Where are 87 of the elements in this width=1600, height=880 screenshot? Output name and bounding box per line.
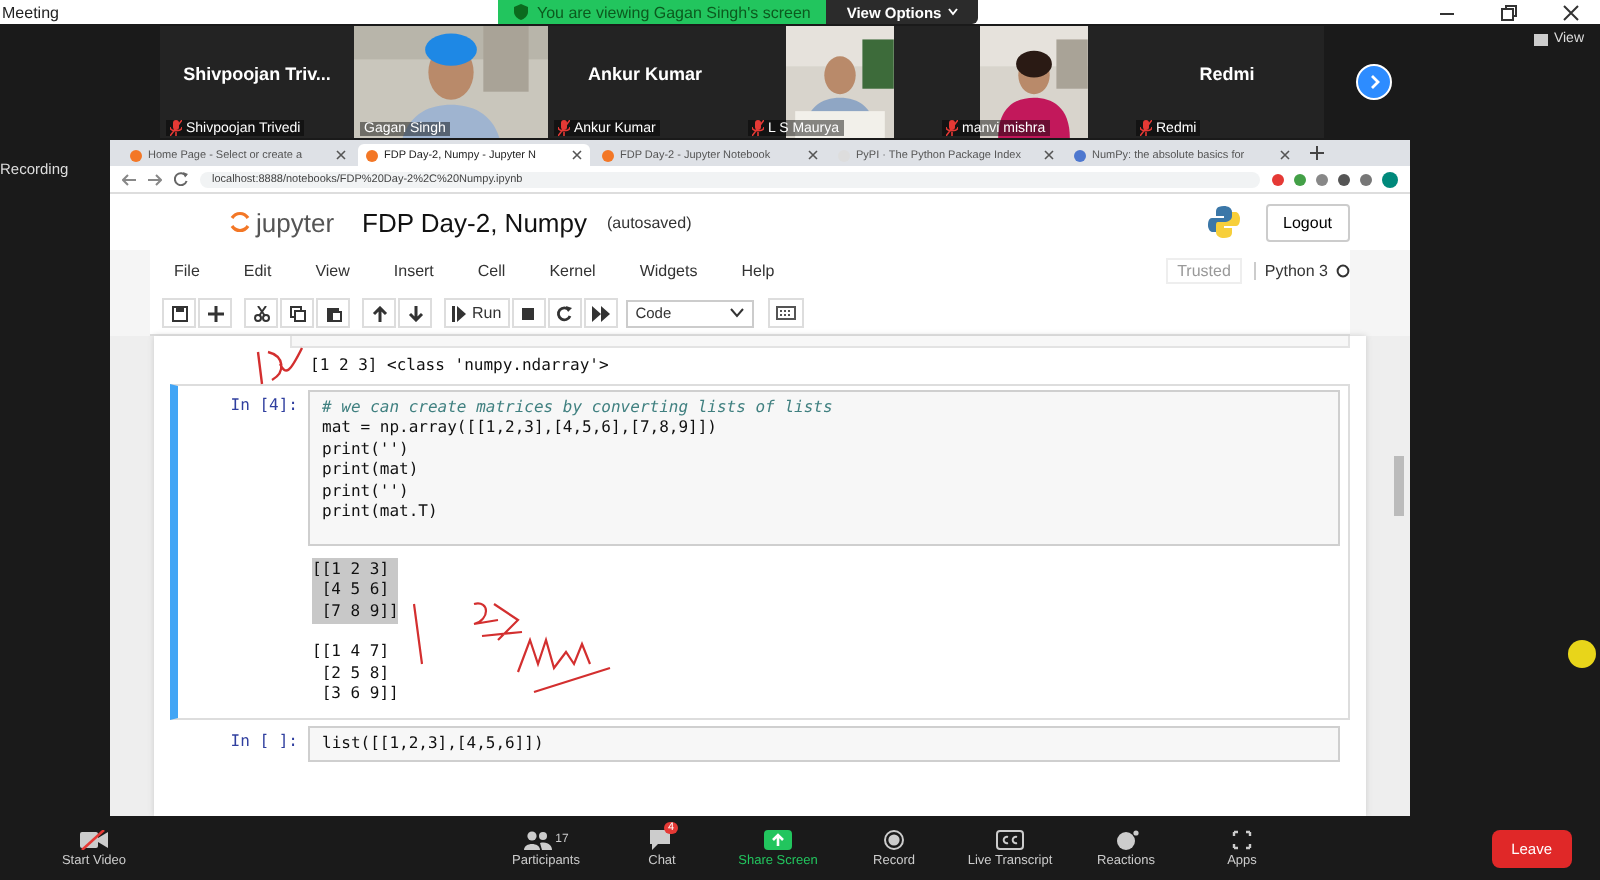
- add-cell-button[interactable]: [198, 298, 232, 328]
- window-title: Meeting: [2, 3, 59, 21]
- stop-icon: [520, 305, 537, 321]
- menu-item[interactable]: Edit: [243, 262, 272, 280]
- jupyter-logo-text: jupyter: [256, 207, 335, 237]
- favicon-icon: [1074, 149, 1086, 161]
- code-input[interactable]: # we can create matrices by converting lists of lists mat = np.array([[1,2,3],[4,5,6],[7,8,9]]) print('') print(mat) print('') print(mat.T): [308, 389, 1340, 545]
- restart-button[interactable]: [547, 298, 582, 328]
- restore-icon[interactable]: [1500, 3, 1518, 21]
- participant-name: Redmi: [1199, 64, 1255, 84]
- favicon-icon: [366, 149, 378, 161]
- menu-item[interactable]: Help: [741, 262, 775, 280]
- menu-item[interactable]: View: [315, 262, 350, 280]
- output-text: [[1 4 7] [2 5 8] [3 6 9]]: [312, 640, 399, 706]
- output-text: [[1 2 3] [4 5 6] [7 8 9]]: [312, 557, 399, 624]
- run-button[interactable]: Run: [444, 298, 510, 328]
- profile-avatar-icon[interactable]: [1382, 171, 1398, 187]
- scrollbar-thumb[interactable]: [1394, 456, 1404, 516]
- autosave-status: (autosaved): [607, 213, 692, 231]
- menu-item[interactable]: Kernel: [549, 262, 596, 280]
- close-tab-icon[interactable]: [1280, 150, 1290, 160]
- save-button[interactable]: [162, 298, 196, 328]
- caret-icon: [947, 8, 958, 16]
- captions-icon: [996, 829, 1024, 849]
- arrow-down-icon: [407, 305, 423, 321]
- paste-icon: [325, 305, 341, 321]
- apps-icon: [1228, 829, 1256, 849]
- kernel-indicator: Python 3: [1254, 262, 1350, 280]
- close-tab-icon[interactable]: [572, 150, 582, 160]
- plus-icon: [207, 305, 223, 321]
- share-screen-icon: [764, 829, 792, 849]
- banner-text: You are viewing Gagan Singh's screen: [536, 3, 811, 21]
- jupyter-logo-icon: [230, 210, 250, 234]
- fast-forward-icon: [591, 305, 610, 321]
- menu-item[interactable]: File: [174, 262, 200, 280]
- participant-name: Ankur Kumar: [587, 64, 702, 84]
- reactions-icon: [1112, 829, 1140, 849]
- copy-icon: [289, 305, 305, 321]
- shield-icon: [514, 4, 529, 20]
- close-icon[interactable]: [1562, 3, 1580, 21]
- favicon-icon: [130, 149, 142, 161]
- new-tab-icon[interactable]: [1310, 146, 1324, 160]
- close-tab-icon[interactable]: [1044, 150, 1054, 160]
- notebook-cell[interactable]: In [ ]: list([[1,2,3],[4,5,6]]): [170, 719, 1350, 768]
- trusted-badge: Trusted: [1165, 258, 1243, 284]
- stop-button[interactable]: [511, 298, 546, 328]
- restart-icon: [556, 305, 573, 321]
- video-off-icon: [80, 829, 108, 849]
- pointer-icon: [1568, 640, 1596, 668]
- caret-icon: [729, 308, 744, 318]
- chat-icon: [648, 829, 676, 849]
- menu-item[interactable]: Insert: [393, 262, 434, 280]
- participant-name: Shivpoojan Triv...: [183, 64, 331, 84]
- next-page-button[interactable]: [1356, 64, 1392, 100]
- python-logo-icon: [1205, 204, 1242, 240]
- close-tab-icon[interactable]: [808, 150, 818, 160]
- keyboard-icon: [775, 306, 796, 320]
- move-up-button[interactable]: [362, 298, 396, 328]
- back-icon[interactable]: [122, 173, 136, 185]
- grid-icon: [1533, 33, 1548, 45]
- code-input[interactable]: list([[1,2,3],[4,5,6]]): [308, 725, 1340, 762]
- menu-item[interactable]: Cell: [477, 262, 506, 280]
- keyboard-button[interactable]: [767, 298, 804, 328]
- fast-forward-button[interactable]: [583, 298, 618, 328]
- participants-icon: [523, 829, 552, 849]
- close-tab-icon[interactable]: [336, 150, 346, 160]
- move-down-button[interactable]: [398, 298, 432, 328]
- notebook-title[interactable]: FDP Day-2, Numpy: [362, 207, 587, 237]
- favicon-icon: [602, 149, 614, 161]
- record-icon: [880, 829, 908, 849]
- scissors-icon: [253, 305, 269, 321]
- save-icon: [171, 305, 187, 321]
- copy-button[interactable]: [280, 298, 314, 328]
- cut-button[interactable]: [244, 298, 278, 328]
- logout-button[interactable]: Logout: [1265, 203, 1350, 241]
- notebook-cell[interactable]: In [4]: # we can create matrices by converting lists of lists mat = np.array([[1,2,3],[4,5,6],[7,8,9]]) print('') print(mat) print('') print(mat.T) [[1 2 3] [4 5 6] [7 8 9]] [[1 4 7] [2 5 8] [3 6 9]]: [170, 383, 1350, 719]
- input-prompt: In [ ]:: [228, 729, 300, 753]
- run-icon: [452, 305, 466, 321]
- menu-item[interactable]: Widgets: [639, 262, 698, 280]
- input-prompt: In [4]:: [228, 393, 300, 417]
- reload-icon[interactable]: [174, 172, 188, 186]
- forward-icon[interactable]: [148, 173, 162, 185]
- paste-button[interactable]: [316, 298, 350, 328]
- arrow-up-icon: [371, 305, 387, 321]
- chevron-right-icon: [1366, 74, 1382, 90]
- output-text: [1 2 3] <class 'numpy.ndarray'>: [310, 356, 611, 377]
- kernel-status-icon: [1336, 264, 1350, 278]
